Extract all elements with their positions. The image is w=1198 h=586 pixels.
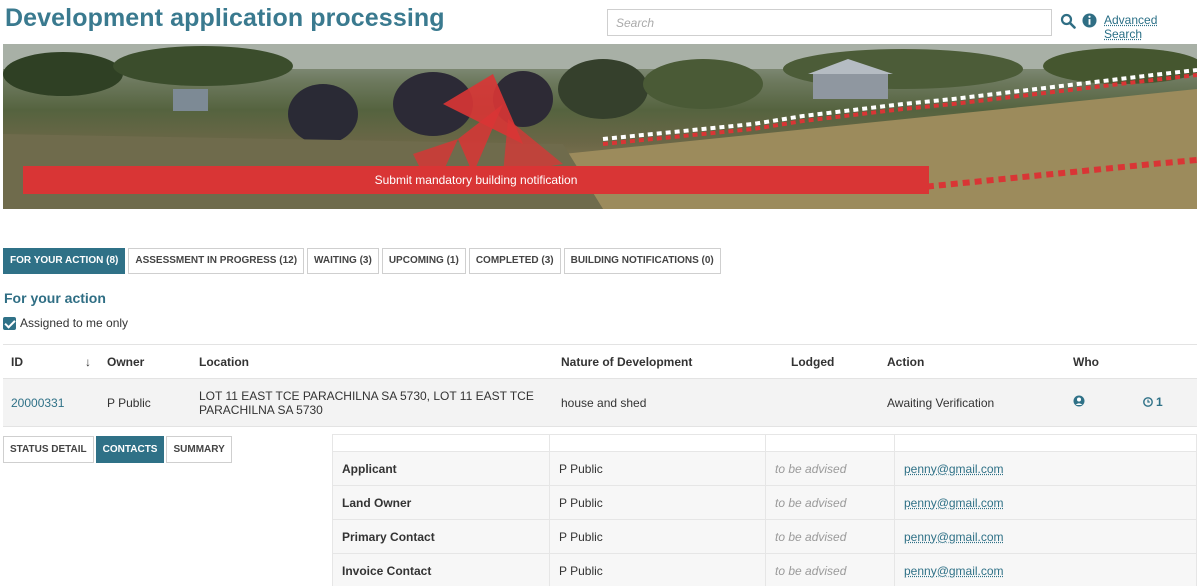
assigned-to-me-checkbox[interactable] bbox=[3, 316, 16, 330]
application-id-link[interactable]: 20000331 bbox=[3, 378, 99, 427]
applications-table: ID ↓ Owner Location Nature of Development… bbox=[3, 344, 1197, 427]
contact-phone: to be advised bbox=[765, 553, 895, 586]
contact-row: Invoice Contact P Public to be advised p… bbox=[332, 553, 1197, 586]
who-cell bbox=[1065, 378, 1135, 427]
tab-summary[interactable]: SUMMARY bbox=[166, 436, 232, 463]
tab-upcoming[interactable]: UPCOMING (1) bbox=[381, 248, 466, 274]
nature-cell: house and shed bbox=[553, 378, 783, 427]
tab-status-detail[interactable]: STATUS DETAIL bbox=[3, 436, 94, 463]
tab-bar: FOR YOUR ACTION (8) ASSESSMENT IN PROGRE… bbox=[3, 248, 721, 274]
column-header-id[interactable]: ID ↓ bbox=[3, 344, 99, 379]
contact-role: Invoice Contact bbox=[332, 553, 550, 586]
contact-email-link[interactable]: penny@gmail.com bbox=[904, 564, 1004, 578]
checkbox-label: Assigned to me only bbox=[20, 316, 129, 330]
column-header-nature[interactable]: Nature of Development bbox=[553, 344, 783, 379]
clock-count-value: 1 bbox=[1156, 395, 1163, 409]
column-header-owner[interactable]: Owner bbox=[99, 344, 191, 379]
column-header-who[interactable]: Who bbox=[1065, 344, 1135, 379]
contact-email-link[interactable]: penny@gmail.com bbox=[904, 530, 1004, 544]
submit-building-notification-button[interactable]: Submit mandatory building notification bbox=[23, 166, 929, 194]
timer-cell: 1 bbox=[1135, 378, 1197, 427]
contact-email-cell: penny@gmail.com bbox=[894, 519, 1197, 554]
tab-contacts[interactable]: CONTACTS bbox=[95, 436, 165, 463]
contact-name: P Public bbox=[549, 485, 766, 520]
section-title: For your action bbox=[4, 290, 106, 306]
column-header-extra bbox=[1135, 344, 1197, 379]
contact-role: Primary Contact bbox=[332, 519, 550, 554]
contact-name: P Public bbox=[549, 553, 766, 586]
advanced-search-link[interactable]: Advanced Search bbox=[1104, 13, 1198, 41]
table-row[interactable]: 20000331 P Public LOT 11 EAST TCE PARACH… bbox=[3, 378, 1197, 427]
detail-tab-bar: STATUS DETAIL CONTACTS SUMMARY bbox=[3, 436, 232, 463]
table-header-row: ID ↓ Owner Location Nature of Development… bbox=[3, 344, 1197, 379]
column-header-action[interactable]: Action bbox=[879, 344, 1065, 379]
tab-completed[interactable]: COMPLETED (3) bbox=[468, 248, 561, 274]
page-title: Development application processing bbox=[5, 4, 445, 32]
location-cell: LOT 11 EAST TCE PARACHILNA SA 5730, LOT … bbox=[191, 378, 553, 427]
clock-icon bbox=[1143, 397, 1153, 407]
contact-row: Primary Contact P Public to be advised p… bbox=[332, 519, 1197, 554]
assigned-to-me-checkbox-row[interactable]: Assigned to me only bbox=[3, 316, 128, 330]
contact-email-cell: penny@gmail.com bbox=[894, 553, 1197, 586]
tab-building-notifications[interactable]: BUILDING NOTIFICATIONS (0) bbox=[563, 248, 721, 274]
owner-cell: P Public bbox=[99, 378, 191, 427]
column-header-lodged[interactable]: Lodged bbox=[783, 344, 879, 379]
search-input[interactable]: Search bbox=[607, 9, 1052, 36]
search-icon[interactable] bbox=[1060, 13, 1076, 29]
contacts-table: Applicant P Public to be advised penny@g… bbox=[332, 434, 1197, 586]
contact-phone: to be advised bbox=[765, 485, 895, 520]
contact-name: P Public bbox=[549, 451, 766, 486]
contact-email-link[interactable]: penny@gmail.com bbox=[904, 462, 1004, 476]
info-icon[interactable] bbox=[1082, 13, 1097, 28]
tab-waiting[interactable]: WAITING (3) bbox=[307, 248, 379, 274]
contact-email-cell: penny@gmail.com bbox=[894, 485, 1197, 520]
contacts-header-row bbox=[332, 434, 1197, 452]
column-header-location[interactable]: Location bbox=[191, 344, 553, 379]
contact-phone: to be advised bbox=[765, 451, 895, 486]
contact-role: Land Owner bbox=[332, 485, 550, 520]
clock-count[interactable]: 1 bbox=[1143, 395, 1163, 409]
contact-name: P Public bbox=[549, 519, 766, 554]
contact-email-link[interactable]: penny@gmail.com bbox=[904, 496, 1004, 510]
tab-for-your-action[interactable]: FOR YOUR ACTION (8) bbox=[3, 248, 126, 274]
contact-phone: to be advised bbox=[765, 519, 895, 554]
contact-email-cell: penny@gmail.com bbox=[894, 451, 1197, 486]
action-cell: Awaiting Verification bbox=[879, 378, 1065, 427]
contact-role: Applicant bbox=[332, 451, 550, 486]
lodged-cell bbox=[783, 378, 879, 427]
sort-arrow-icon[interactable]: ↓ bbox=[85, 355, 91, 369]
hero-banner: Submit mandatory building notification bbox=[3, 44, 1197, 209]
contact-row: Land Owner P Public to be advised penny@… bbox=[332, 485, 1197, 520]
tab-assessment-in-progress[interactable]: ASSESSMENT IN PROGRESS (12) bbox=[128, 248, 305, 274]
user-circle-icon[interactable] bbox=[1073, 395, 1085, 407]
contact-row: Applicant P Public to be advised penny@g… bbox=[332, 451, 1197, 486]
